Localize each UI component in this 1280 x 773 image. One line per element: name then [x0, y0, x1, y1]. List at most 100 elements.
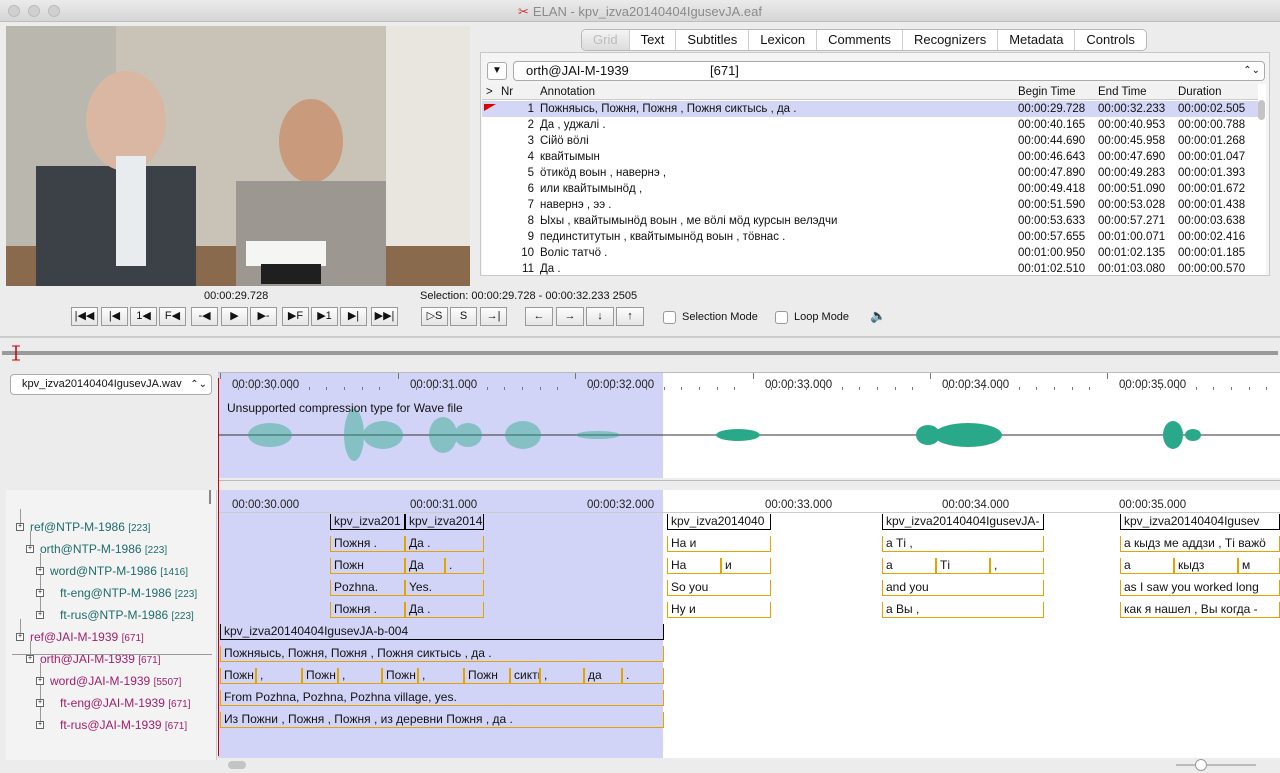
zoom-slider-track[interactable] [1176, 764, 1256, 766]
next-second-button[interactable]: ▶1 [311, 307, 338, 326]
tier-label-ft-eng-jai-m-1939[interactable]: ft-eng@JAI-M-1939 [671] [60, 696, 190, 710]
annotation-jai-word[interactable]: Пожн [220, 668, 256, 684]
annotation-jai-word[interactable]: , [256, 668, 302, 684]
table-row[interactable]: 2 Да , уджалі . 00:00:40.165 00:00:40.953 00… [482, 117, 1258, 133]
row-annotation[interactable]: Пожняысь, Пожня, Пожня , Пожня сиктысь ,… [540, 101, 1014, 117]
table-row[interactable]: 8 Ыхы , квайтымынӧд воын , ме вӧлі мӧд ку… [482, 213, 1258, 229]
annotation-jai-ft-rus[interactable]: Из Пожни , Пожня , Пожня , из деревни По… [220, 712, 664, 728]
annotation-jai-word[interactable]: . [622, 668, 664, 684]
annotation-ntp-word[interactable]: кыдз [1174, 558, 1238, 574]
grid-header-duration[interactable]: Duration [1178, 84, 1221, 100]
annotation-jai-ref[interactable]: kpv_izva20140404IgusevJA-b-004 [220, 624, 664, 640]
table-row[interactable]: 3 Сійӧ вӧлі 00:00:44.690 00:00:45.958 00:00:… [482, 133, 1258, 149]
play-selection-button[interactable]: ▷S [421, 307, 448, 326]
tab-lexicon[interactable]: Lexicon [749, 30, 818, 50]
annotation-ntp-orth[interactable]: а Ті , [882, 536, 1044, 552]
annotation-ntp-ft-rus[interactable]: Пожня . [330, 602, 405, 618]
tab-controls[interactable]: Controls [1075, 30, 1145, 50]
tier-expand-icon[interactable]: + [26, 655, 34, 663]
video-viewer[interactable] [6, 26, 470, 286]
annotation-ntp-orth[interactable]: Да . [405, 536, 484, 552]
annotation-ntp-ft-eng[interactable]: and you [882, 580, 1044, 596]
previous-frame-button[interactable]: F◀ [159, 307, 186, 326]
row-annotation[interactable]: квайтымын [540, 149, 1014, 165]
tab-comments[interactable]: Comments [817, 30, 903, 50]
step-back-pixel-button[interactable]: -◀ [191, 307, 218, 326]
annotation-ntp-ft-eng[interactable]: as I saw you worked long [1120, 580, 1280, 596]
row-annotation[interactable]: навернэ , ээ . [540, 197, 1014, 213]
timeline-scrollbar[interactable] [218, 758, 1280, 772]
tab-grid[interactable]: Grid [582, 30, 630, 50]
next-frame-button[interactable]: ▶F [282, 307, 309, 326]
tier-label-word-jai-m-1939[interactable]: word@JAI-M-1939 [5507] [50, 674, 181, 688]
annotation-ntp-orth[interactable]: На и [667, 536, 771, 552]
annotation-ntp-orth[interactable]: Пожня . [330, 536, 405, 552]
tab-subtitles[interactable]: Subtitles [676, 30, 750, 50]
tier-label-orth-ntp-m-1986[interactable]: orth@NTP-M-1986 [223] [40, 542, 167, 556]
tier-expand-icon[interactable]: + [26, 545, 34, 553]
annotation-above-button[interactable]: ↑ [616, 307, 644, 326]
tier-expand-icon[interactable]: + [36, 611, 44, 619]
annotation-ntp-orth[interactable]: а кыдз ме аддзи , Ті важӧ [1120, 536, 1280, 552]
zoom-slider-knob[interactable] [1195, 759, 1207, 771]
next-annotation-button[interactable]: → [556, 307, 584, 326]
annotation-ntp-word[interactable]: . [445, 558, 484, 574]
annotation-ntp-word[interactable]: а [1120, 558, 1174, 574]
panel-splitter[interactable] [0, 336, 1280, 338]
tier-expand-icon[interactable]: + [16, 633, 24, 641]
next-frame-second-button[interactable]: ▶| [340, 307, 367, 326]
grid-header-annotation[interactable]: Annotation [540, 84, 595, 100]
volume-icon[interactable]: 🔈 [870, 308, 886, 324]
go-to-selection-end-button[interactable]: →| [480, 307, 507, 326]
annotation-jai-word[interactable]: , [338, 668, 382, 684]
tier-expand-icon[interactable]: + [36, 721, 44, 729]
row-annotation[interactable]: Сійӧ вӧлі [540, 133, 1014, 149]
annotation-jai-ft-eng[interactable]: From Pozhna, Pozhna, Pozhna village, yes… [220, 690, 664, 706]
grid-header-end[interactable]: End Time [1098, 84, 1147, 100]
annotation-ntp-ft-rus[interactable]: Ну и [667, 602, 771, 618]
table-row[interactable]: 6 или квайтымынӧд , 00:00:49.418 00:00:51.0… [482, 181, 1258, 197]
annotation-ntp-ref[interactable]: kpv_izva2014 [405, 514, 484, 530]
annotation-ntp-ft-eng[interactable]: Yes. [405, 580, 484, 596]
annotation-below-button[interactable]: ↓ [586, 307, 614, 326]
table-row[interactable]: 4 квайтымын 00:00:46.643 00:00:47.690 00:00:… [482, 149, 1258, 165]
previous-second-button[interactable]: 1◀ [130, 307, 157, 326]
annotation-ntp-word[interactable]: и [721, 558, 771, 574]
annotation-ntp-ref[interactable]: kpv_izva201 [330, 514, 405, 530]
overview-ruler[interactable] [0, 345, 1280, 361]
selection-mode-checkbox[interactable] [663, 311, 676, 324]
table-row[interactable]: 9 пединститутын , квайтымынӧд воын , тӧвн… [482, 229, 1258, 245]
annotation-ntp-ft-rus[interactable]: а Вы , [882, 602, 1044, 618]
loop-mode-checkbox[interactable] [775, 311, 788, 324]
table-row[interactable]: 10 Воліс татчӧ . 00:01:00.950 00:01:02.135 0… [482, 245, 1258, 261]
tier-label-ft-eng-ntp-m-1986[interactable]: ft-eng@NTP-M-1986 [223] [60, 586, 197, 600]
annotation-jai-word[interactable]: да [584, 668, 622, 684]
media-file-select[interactable]: kpv_izva20140404IgusevJA.wav ⌃⌄ [10, 374, 212, 395]
play-button[interactable]: ▶ [221, 307, 248, 326]
previous-annotation-button[interactable]: ← [525, 307, 553, 326]
grip-icon[interactable] [209, 490, 211, 504]
row-annotation[interactable]: Да . [540, 261, 1014, 275]
tier-label-ref-jai-m-1939[interactable]: ref@JAI-M-1939 [671] [30, 630, 144, 644]
go-to-begin-button[interactable]: |◀◀ [71, 307, 98, 326]
annotation-ntp-word[interactable]: Пожн [330, 558, 405, 574]
tier-label-ref-ntp-m-1986[interactable]: ref@NTP-M-1986 [223] [30, 520, 150, 534]
annotation-jai-word[interactable]: , [418, 668, 464, 684]
row-annotation[interactable]: пединститутын , квайтымынӧд воын , тӧвна… [540, 229, 1014, 245]
grid-scrollbar[interactable] [1258, 100, 1265, 120]
annotation-jai-orth[interactable]: Пожняысь, Пожня, Пожня , Пожня сиктысь ,… [220, 646, 664, 662]
timeline-splitter[interactable] [218, 480, 1280, 488]
previous-frame-second-button[interactable]: |◀ [101, 307, 128, 326]
annotation-jai-word[interactable]: Пожн [302, 668, 338, 684]
table-row[interactable]: 5 ӧтикӧд воын , навернэ , 00:00:47.890 00:0… [482, 165, 1258, 181]
annotation-jai-word[interactable]: Пожн [382, 668, 418, 684]
table-row[interactable]: 1 Пожняысь, Пожня, Пожня , Пожня сиктысь … [482, 101, 1258, 117]
annotation-ntp-word[interactable]: м [1238, 558, 1280, 574]
annotation-ntp-ref[interactable]: kpv_izva2014040 [667, 514, 771, 530]
tier-expand-icon[interactable]: + [36, 677, 44, 685]
tier-menu-button[interactable]: ▼ [487, 62, 507, 80]
grid-header-arrow[interactable]: > [486, 84, 493, 100]
annotation-ntp-ft-rus[interactable]: Да . [405, 602, 484, 618]
tab-text[interactable]: Text [630, 30, 677, 50]
tab-recognizers[interactable]: Recognizers [903, 30, 999, 50]
